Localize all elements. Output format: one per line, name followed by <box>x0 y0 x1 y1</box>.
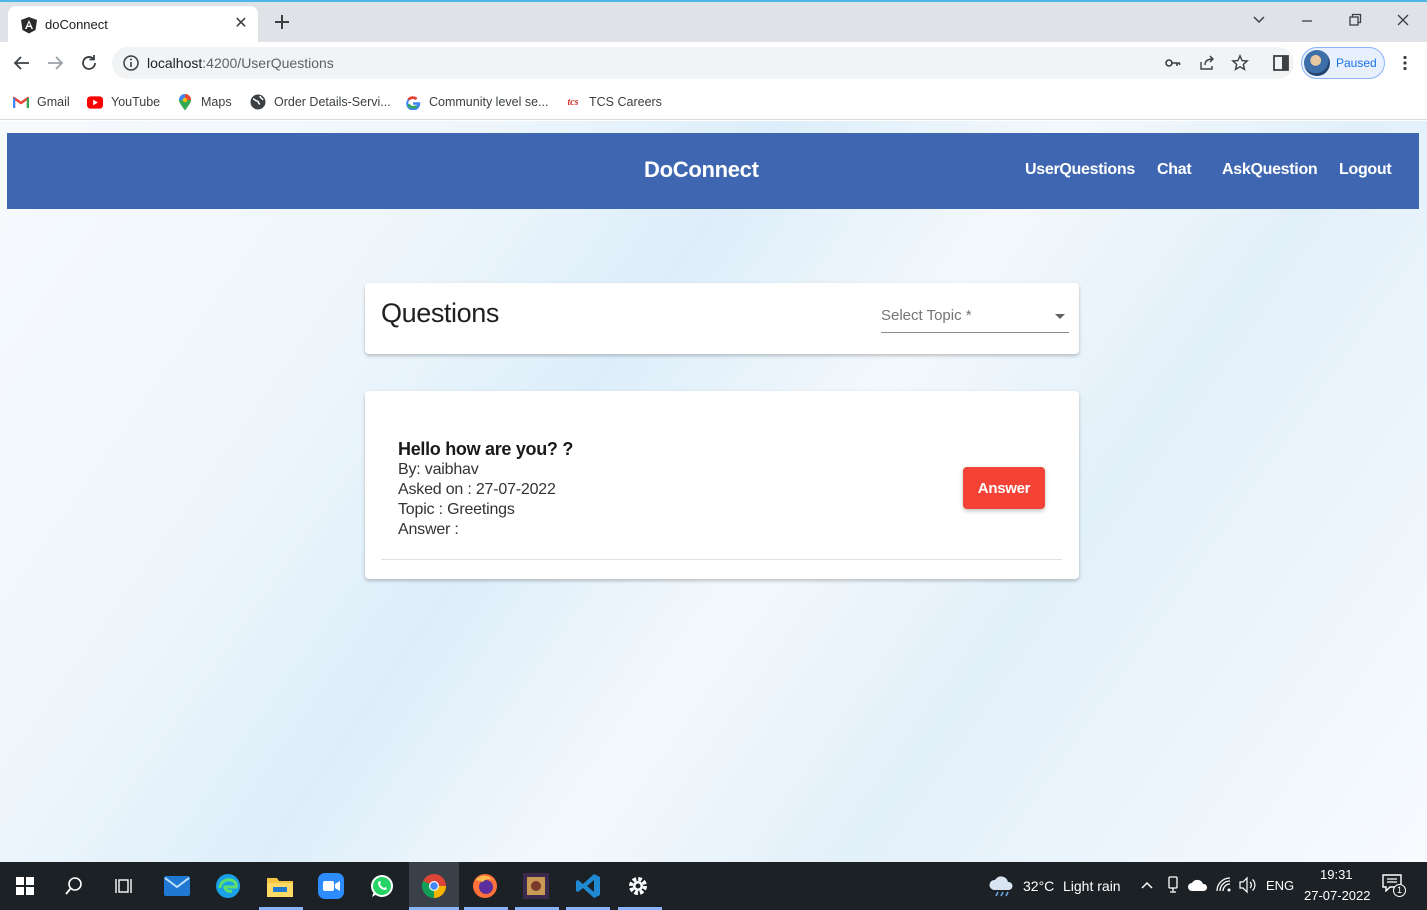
globe-icon <box>250 94 266 110</box>
side-panel-icon[interactable] <box>1272 54 1290 72</box>
tab-title: doConnect <box>45 17 108 32</box>
password-key-icon[interactable] <box>1164 54 1182 72</box>
tab-search-chevron-icon[interactable] <box>1247 10 1271 30</box>
site-info-icon[interactable] <box>122 54 140 72</box>
mail-icon[interactable] <box>161 870 193 902</box>
bookmark-community[interactable]: Community level se... <box>405 92 548 112</box>
url-text[interactable]: localhost:4200/UserQuestions <box>147 55 334 71</box>
more-menu-icon[interactable] <box>1396 54 1414 72</box>
task-view-icon[interactable] <box>108 870 140 902</box>
bookmarks-bar: Gmail YouTube Maps Order Details-Servi..… <box>0 84 1427 120</box>
question-title: Hello how are you? ? <box>398 439 574 459</box>
page-viewport: DoConnect UserQuestions Chat AskQuestion… <box>0 121 1427 862</box>
onedrive-cloud-icon[interactable] <box>1188 878 1208 892</box>
angular-icon <box>21 17 37 34</box>
brand-title[interactable]: DoConnect <box>644 157 759 183</box>
question-answer: Answer : <box>398 521 459 538</box>
maps-icon <box>177 93 193 110</box>
gmail-icon <box>13 94 29 110</box>
question-card: Hello how are you? ? By: vaibhav Asked o… <box>365 391 1079 579</box>
notification-badge: 1 <box>1393 884 1406 897</box>
address-bar[interactable]: localhost:4200/UserQuestions <box>112 47 1294 79</box>
nav-user-questions[interactable]: UserQuestions <box>1025 161 1135 179</box>
tab-close-icon[interactable]: ✕ <box>232 12 250 32</box>
bookmark-maps[interactable]: Maps <box>177 92 232 112</box>
bookmark-star-icon[interactable] <box>1231 54 1249 72</box>
language-indicator[interactable]: ENG <box>1266 878 1294 893</box>
google-icon <box>405 94 421 110</box>
close-window-icon[interactable] <box>1391 10 1415 30</box>
answer-button[interactable]: Answer <box>963 467 1045 509</box>
question-topic: Topic : Greetings <box>398 501 515 518</box>
minimize-icon[interactable] <box>1295 10 1319 30</box>
clock-date[interactable]: 27-07-2022 <box>1304 888 1371 903</box>
volume-icon[interactable] <box>1238 876 1258 894</box>
restore-icon[interactable] <box>1343 10 1367 30</box>
new-tab-icon[interactable] <box>270 10 294 34</box>
divider <box>381 559 1062 560</box>
nav-logout[interactable]: Logout <box>1339 161 1392 179</box>
device-icon[interactable] <box>1165 876 1181 894</box>
avatar <box>1304 50 1330 76</box>
tray-chevron-up-icon[interactable] <box>1140 878 1154 892</box>
nav-ask-question[interactable]: AskQuestion <box>1222 161 1318 179</box>
browser-toolbar: localhost:4200/UserQuestions Paused <box>0 42 1427 84</box>
windows-start-icon[interactable] <box>9 870 41 902</box>
profile-button[interactable]: Paused <box>1301 47 1385 79</box>
weather-temp[interactable]: 32°C <box>1023 878 1054 894</box>
tcs-icon: tcs <box>567 96 579 108</box>
share-icon[interactable] <box>1198 54 1216 72</box>
app-icon[interactable] <box>520 870 552 902</box>
whatsapp-icon[interactable] <box>366 870 398 902</box>
topic-select-placeholder: Select Topic * <box>881 307 972 324</box>
questions-header-card: Questions Select Topic * <box>365 283 1079 354</box>
bookmark-order-details[interactable]: Order Details-Servi... <box>250 92 391 112</box>
weather-cloud-rain-icon[interactable] <box>988 874 1016 898</box>
edge-icon[interactable] <box>212 870 244 902</box>
settings-gear-icon[interactable] <box>622 870 654 902</box>
forward-icon[interactable] <box>44 52 66 74</box>
browser-tab-bar: doConnect ✕ <box>0 0 1427 44</box>
back-icon[interactable] <box>11 52 33 74</box>
reload-icon[interactable] <box>78 52 100 74</box>
bookmark-tcs-careers[interactable]: tcs TCS Careers <box>565 92 662 112</box>
zoom-icon[interactable] <box>315 870 347 902</box>
clock-time[interactable]: 19:31 <box>1320 867 1353 882</box>
search-icon[interactable] <box>58 870 90 902</box>
question-author: By: vaibhav <box>398 461 479 478</box>
topic-select[interactable]: Select Topic * <box>881 301 1069 333</box>
file-explorer-icon[interactable] <box>264 870 296 902</box>
wifi-icon[interactable] <box>1215 877 1233 893</box>
nav-chat[interactable]: Chat <box>1157 161 1192 179</box>
browser-tab-active[interactable]: doConnect ✕ <box>8 6 258 44</box>
profile-status: Paused <box>1336 56 1377 70</box>
page-title: Questions <box>381 298 499 328</box>
windows-taskbar: 32°C Light rain ENG 19:31 27-07-2022 1 <box>0 862 1427 910</box>
weather-desc[interactable]: Light rain <box>1063 878 1121 894</box>
question-date: Asked on : 27-07-2022 <box>398 481 556 498</box>
bookmark-gmail[interactable]: Gmail <box>13 92 70 112</box>
vscode-icon[interactable] <box>572 870 604 902</box>
bookmark-youtube[interactable]: YouTube <box>87 92 160 112</box>
dropdown-arrow-icon <box>1055 314 1065 319</box>
chrome-icon[interactable] <box>418 870 450 902</box>
app-navbar: DoConnect UserQuestions Chat AskQuestion… <box>7 133 1419 209</box>
firefox-icon[interactable] <box>469 870 501 902</box>
notification-center[interactable]: 1 <box>1382 874 1406 898</box>
youtube-icon <box>87 94 103 110</box>
